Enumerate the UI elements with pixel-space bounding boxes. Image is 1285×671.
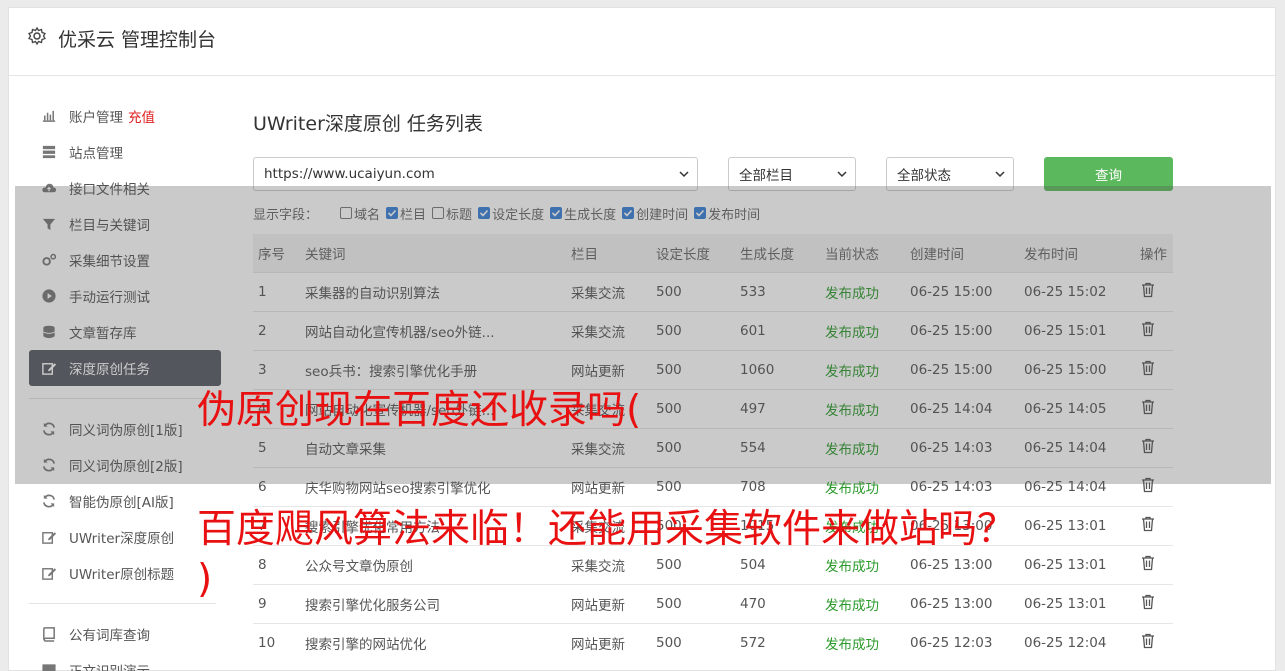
- table-cell: 06-25 13:00: [905, 583, 1019, 623]
- trash-icon[interactable]: [1140, 516, 1156, 536]
- table-row: 10 搜索引擎的网站优化 网站更新 500 572 发布成功 06-25 12:03 06-2…: [253, 622, 1173, 662]
- table-cell: 发布成功: [820, 622, 905, 662]
- sidebar-item-label: 公有词库查询: [69, 628, 150, 644]
- sidebar-item[interactable]: UWriter深度原创: [29, 519, 221, 555]
- recharge-link[interactable]: 充值: [128, 106, 155, 126]
- watermark-line-3: ): [197, 557, 213, 602]
- table-cell: 06-25 13:01: [1019, 544, 1135, 584]
- table-cell: 网站更新: [566, 583, 651, 623]
- sidebar-item-label: 站点管理: [69, 146, 123, 162]
- table-cell: 10: [253, 622, 300, 662]
- table-cell: 发布成功: [820, 583, 905, 623]
- gear-icon: [28, 26, 46, 46]
- table-cell: 搜索引擎的网站优化: [300, 622, 566, 662]
- table-cell: 搜索引擎优化服务公司: [300, 583, 566, 623]
- trash-icon[interactable]: [1140, 594, 1156, 614]
- top-header: 优采云 管理控制台: [9, 8, 1275, 76]
- table-cell: 06-25 13:01: [1019, 505, 1135, 545]
- sidebar-item[interactable]: UWriter原创标题: [29, 555, 221, 591]
- sidebar-item-label: 正文识别演示: [69, 660, 150, 671]
- server-icon: [40, 144, 57, 161]
- chevron-down-icon: [679, 171, 689, 178]
- sidebar-item[interactable]: 站点管理: [29, 134, 221, 170]
- sidebar-item[interactable]: 智能伪原创[AI版]: [29, 483, 221, 519]
- table-cell: 06-25 12:04: [1019, 622, 1135, 662]
- edit-icon: [40, 565, 57, 582]
- table-cell: 500: [651, 622, 735, 662]
- sidebar-item[interactable]: 公有词库查询: [29, 616, 221, 652]
- dim-overlay: [15, 186, 1271, 484]
- app-title: 优采云 管理控制台: [58, 29, 217, 51]
- edit-icon: [40, 529, 57, 546]
- book-icon: [40, 626, 57, 643]
- sidebar-item[interactable]: 账户管理 充值: [29, 98, 221, 134]
- trash-icon[interactable]: [1140, 555, 1156, 575]
- sidebar-item[interactable]: 正文识别演示: [29, 652, 221, 671]
- page-title: UWriter深度原创 任务列表: [253, 113, 483, 135]
- table-cell-action: [1135, 583, 1173, 623]
- sidebar-divider: [29, 603, 216, 604]
- column-select-value: 全部栏目: [739, 168, 793, 184]
- sidebar-item-label: 智能伪原创[AI版]: [69, 495, 174, 511]
- sidebar-item-label: UWriter原创标题: [69, 567, 175, 583]
- bar-chart-icon: [40, 108, 57, 125]
- table-row: 9 搜索引擎优化服务公司 网站更新 500 470 发布成功 06-25 13:00 06-2…: [253, 583, 1173, 623]
- table-cell-action: [1135, 544, 1173, 584]
- table-cell-action: [1135, 505, 1173, 545]
- table-cell: 9: [253, 583, 300, 623]
- sidebar-item-label: UWriter深度原创: [69, 531, 175, 547]
- table-cell: 网站更新: [566, 622, 651, 662]
- chevron-down-icon: [837, 171, 847, 178]
- table-cell: 572: [735, 622, 820, 662]
- trash-icon[interactable]: [1140, 634, 1156, 653]
- monitor-icon: [40, 662, 57, 671]
- table-cell: 470: [735, 583, 820, 623]
- table-cell: 06-25 13:01: [1019, 583, 1135, 623]
- chevron-down-icon: [995, 171, 1005, 178]
- status-select-value: 全部状态: [897, 168, 951, 184]
- watermark-line-1: 伪原创现在百度还收录吗(: [197, 388, 642, 433]
- site-select-value: https://www.ucaiyun.com: [264, 166, 435, 182]
- watermark-line-2: 百度飓风算法来临！还能用采集软件来做站吗？: [197, 507, 1017, 552]
- table-cell: 06-25 12:03: [905, 622, 1019, 662]
- refresh-icon: [40, 493, 57, 510]
- table-cell: 500: [651, 583, 735, 623]
- table-cell-action: [1135, 622, 1173, 662]
- sidebar-item-label: 账户管理: [69, 110, 123, 126]
